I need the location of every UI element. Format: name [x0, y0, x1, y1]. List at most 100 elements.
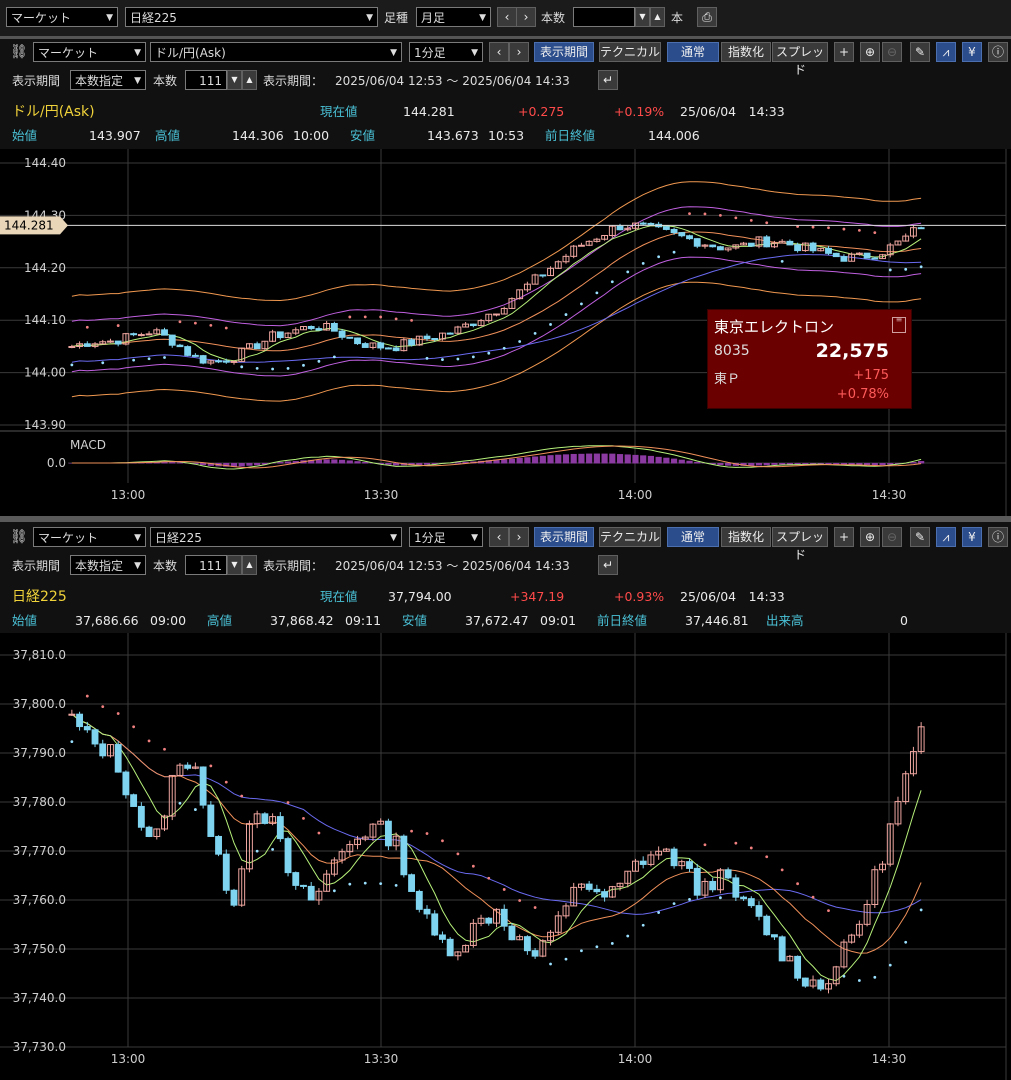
- panel2-crosshair-button[interactable]: +: [834, 527, 854, 547]
- panel2-yen-button[interactable]: ¥: [962, 527, 982, 547]
- nikkei-chart[interactable]: 37,730.0 37,740.0 37,750.0 37,760.0 37,770.0…: [0, 633, 1011, 1080]
- link-icon[interactable]: ⛓: [10, 42, 28, 62]
- macd-histogram-bar: [362, 461, 369, 464]
- sar-dot: [502, 346, 506, 350]
- panel1-reset-button[interactable]: ↵: [598, 70, 618, 90]
- next-button[interactable]: ›: [516, 7, 536, 27]
- list-icon[interactable]: ≡: [892, 316, 906, 333]
- candle-body: [724, 869, 732, 879]
- panel1-yen-button[interactable]: ¥: [962, 42, 982, 62]
- panel1-market-select[interactable]: マーケット ▼: [33, 42, 146, 62]
- panel1-next-button[interactable]: ›: [509, 42, 529, 62]
- panel1-trend-button[interactable]: ⩘: [936, 42, 956, 62]
- sar-dot: [580, 302, 583, 306]
- macd-histogram-bar: [763, 463, 770, 466]
- sar-dot: [101, 705, 105, 709]
- candle-body: [423, 335, 431, 340]
- popup-code: 8035: [714, 343, 750, 359]
- candle-body: [261, 813, 269, 824]
- panel2-prev-button[interactable]: ‹: [489, 527, 509, 547]
- print-button[interactable]: ⎙: [697, 7, 717, 27]
- candle-body: [253, 343, 261, 350]
- ashi-select[interactable]: 月足 ▼: [416, 7, 491, 27]
- panel1-period-button[interactable]: 表示期間: [534, 42, 594, 62]
- panel2-index-button[interactable]: 指数化: [721, 527, 771, 547]
- count-input[interactable]: [573, 7, 635, 27]
- panel2-symbol-select[interactable]: 日経225 ▼: [150, 527, 402, 547]
- link-icon[interactable]: ⛓: [10, 527, 28, 547]
- panel2-interval-select[interactable]: 1分足 ▼: [409, 527, 483, 547]
- panel1-zoom-out-button[interactable]: ⊖: [882, 42, 902, 62]
- y-tick-label: 144.10: [24, 313, 66, 327]
- sar-dot: [255, 849, 259, 853]
- panel2-info-button[interactable]: ⓘ: [988, 527, 1008, 547]
- panel1-zoom-in-button[interactable]: ⊕: [860, 42, 880, 62]
- count-up-button[interactable]: ▲: [650, 7, 665, 27]
- panel1-technical-button[interactable]: テクニカル: [599, 42, 661, 62]
- macd-histogram-bar: [647, 455, 655, 464]
- panel2-zoom-in-button[interactable]: ⊕: [860, 527, 880, 547]
- panel2-technical-button[interactable]: テクニカル: [599, 527, 661, 547]
- triangle-up-icon: ▲: [246, 560, 253, 569]
- panel1-period-mode-select[interactable]: 本数指定 ▼: [70, 70, 146, 90]
- panel2-period-mode-select[interactable]: 本数指定 ▼: [70, 555, 146, 575]
- market-select[interactable]: マーケット ▼: [6, 7, 118, 27]
- count-down-button[interactable]: ▼: [635, 7, 650, 27]
- panel1-draw-button[interactable]: ✎: [910, 42, 930, 62]
- sar-dot: [626, 270, 630, 274]
- panel2-trend-button[interactable]: ⩘: [936, 527, 956, 547]
- panel1-count-input[interactable]: 111: [185, 70, 227, 90]
- candle-body: [431, 913, 439, 936]
- y-tick-label: 37,740.0: [13, 991, 66, 1005]
- chevron-down-icon: ▼: [134, 561, 141, 571]
- panel2-zoom-out-button[interactable]: ⊖: [882, 527, 902, 547]
- panel2-count-down[interactable]: ▼: [227, 555, 242, 575]
- panel2-open-value: 37,686.66: [75, 613, 139, 628]
- macd-histogram-bar: [354, 461, 361, 464]
- sar-dot: [317, 359, 321, 363]
- candle-body: [431, 338, 439, 341]
- sar-dot: [857, 979, 861, 982]
- yen-icon: ¥: [968, 530, 976, 544]
- panel2-spread-button[interactable]: スプレッド: [772, 527, 828, 562]
- panel2-count-up[interactable]: ▲: [242, 555, 257, 575]
- panel1-prev-button[interactable]: ‹: [489, 42, 509, 62]
- panel1-period-mode-value: 本数指定: [75, 74, 124, 88]
- candle-body: [215, 360, 222, 363]
- sar-dot: [502, 888, 506, 891]
- panel2-market-select[interactable]: マーケット ▼: [33, 527, 146, 547]
- sar-dot: [116, 712, 120, 715]
- panel1-index-button[interactable]: 指数化: [721, 42, 771, 62]
- triangle-down-icon: ▼: [231, 560, 238, 569]
- panel2-reset-button[interactable]: ↵: [598, 555, 618, 575]
- candle-body: [384, 820, 392, 847]
- panel1-spread-button[interactable]: スプレッド: [772, 42, 828, 77]
- panel1-low-value: 143.673: [427, 128, 479, 143]
- panel2-draw-button[interactable]: ✎: [910, 527, 930, 547]
- panel2-count-input[interactable]: 111: [185, 555, 227, 575]
- panel1-normal-button[interactable]: 通常: [667, 42, 719, 62]
- panel1-count-down[interactable]: ▼: [227, 70, 242, 90]
- macd-histogram-bar: [532, 456, 539, 464]
- sar-dot: [425, 356, 429, 360]
- candle-body: [199, 766, 207, 806]
- panel1-crosshair-button[interactable]: +: [834, 42, 854, 62]
- candle-body: [191, 354, 199, 357]
- panel2-next-button[interactable]: ›: [509, 527, 529, 547]
- sar-dot: [610, 280, 614, 284]
- yen-icon: ¥: [968, 45, 976, 59]
- panel1-count-up[interactable]: ▲: [242, 70, 257, 90]
- index-select[interactable]: 日経225 ▼: [125, 7, 378, 27]
- sar-dot: [425, 832, 429, 835]
- prev-button[interactable]: ‹: [497, 7, 517, 27]
- panel1-symbol-select[interactable]: ドル/円(Ask) ▼: [150, 42, 402, 62]
- macd-histogram-bar: [338, 459, 346, 464]
- panel1-interval-select[interactable]: 1分足 ▼: [409, 42, 483, 62]
- sar-dot: [363, 881, 367, 885]
- panel2-period-button[interactable]: 表示期間: [534, 527, 594, 547]
- panel1-info-button[interactable]: ⓘ: [988, 42, 1008, 62]
- panel2-normal-button[interactable]: 通常: [667, 527, 719, 547]
- stock-popup[interactable]: 東京エレクトロン ≡ 8035 22,575 東Ｐ +175 +0.78%: [707, 309, 912, 409]
- sar-dot: [178, 801, 182, 805]
- x-tick-label: 14:30: [872, 488, 907, 502]
